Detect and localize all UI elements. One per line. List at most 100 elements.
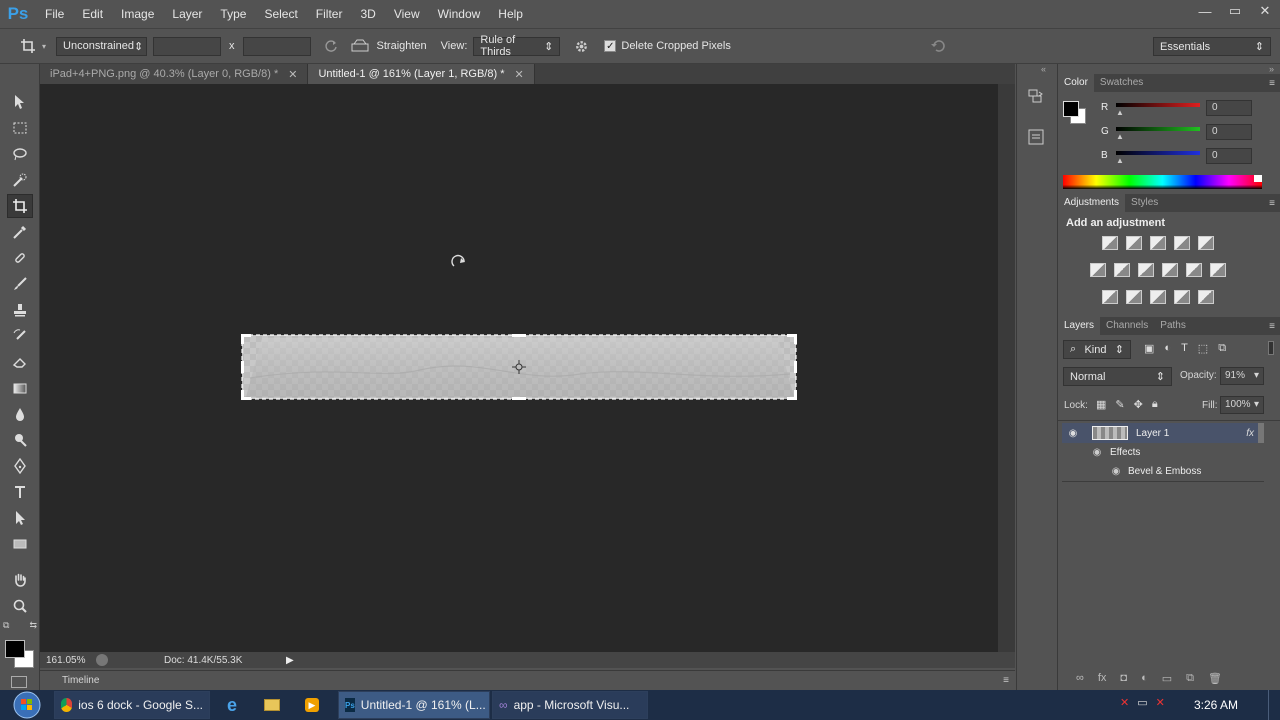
history-brush-tool-icon[interactable] [7,324,33,348]
quick-selection-tool-icon[interactable] [7,168,33,192]
menu-window[interactable]: Window [429,0,490,28]
menu-image[interactable]: Image [112,0,163,28]
lasso-tool-icon[interactable] [7,142,33,166]
eye-icon[interactable]: ◉ [1084,447,1110,458]
hand-tool-icon[interactable] [7,568,33,592]
tray-flag-icon[interactable]: ✕ [1120,696,1129,709]
overlay-select[interactable]: Rule of Thirds ⇕ [473,34,561,58]
new-group-icon[interactable]: ▭ [1162,672,1172,685]
gradient-map-icon[interactable] [1174,290,1190,304]
minimize-button[interactable]: — [1190,0,1220,22]
timeline-label[interactable]: Timeline [62,675,99,686]
brush-tool-icon[interactable] [7,272,33,296]
channel-g-slider[interactable] [1116,127,1200,131]
type-filter-icon[interactable]: T [1181,342,1188,355]
canvas-area[interactable] [40,84,998,652]
straighten-label[interactable]: Straighten [377,40,427,52]
new-layer-icon[interactable]: ⧉ [1186,672,1194,685]
link-layers-icon[interactable]: ∞ [1076,672,1084,685]
color-spectrum-ramp[interactable] [1063,175,1262,189]
default-colors-icon[interactable]: ⧉ ⇆ [3,620,37,634]
panel-menu-icon[interactable]: ≡ [1269,78,1275,89]
menu-select[interactable]: Select [255,0,306,28]
close-tab-icon[interactable]: ✕ [514,68,523,81]
vibrance-icon[interactable] [1198,236,1214,250]
delete-layer-icon[interactable]: 🗑︎ [1208,672,1222,685]
clock[interactable]: 3:26 AM [1194,698,1238,712]
opacity-field[interactable]: 91% ▾ [1220,367,1264,385]
effect-name[interactable]: Bevel & Emboss [1128,466,1201,477]
slider-thumb-icon[interactable]: ▲ [1116,132,1124,141]
tab-ipad-png[interactable]: iPad+4+PNG.png @ 40.3% (Layer 0, RGB/8) … [40,64,309,84]
layer-scroll-thumb[interactable] [1258,423,1264,443]
menu-type[interactable]: Type [211,0,255,28]
white-swatch[interactable] [1254,175,1262,182]
channel-b-slider[interactable] [1116,151,1200,155]
gear-icon[interactable] [568,39,594,54]
panel-menu-icon[interactable]: ≡ [1269,198,1275,209]
channel-b-value[interactable]: 0 [1206,148,1252,164]
dodge-tool-icon[interactable] [7,428,33,452]
channel-g-value[interactable]: 0 [1206,124,1252,140]
menu-file[interactable]: File [36,0,73,28]
tray-network-icon[interactable]: ▭ [1137,696,1147,709]
levels-icon[interactable] [1126,236,1142,250]
close-tab-icon[interactable]: ✕ [288,68,297,81]
pixel-filter-icon[interactable]: ▣ [1144,342,1154,355]
layer-name[interactable]: Layer 1 [1136,428,1169,439]
crop-tool-preset-icon[interactable] [20,38,42,54]
properties-panel-icon[interactable] [1027,128,1045,149]
tab-channels[interactable]: Channels [1100,317,1154,335]
rectangle-tool-icon[interactable] [7,532,33,556]
crop-width-field[interactable] [153,36,222,56]
delete-cropped-label[interactable]: Delete Cropped Pixels [621,40,730,52]
smart-object-filter-icon[interactable]: ⧉ [1218,342,1226,355]
exposure-icon[interactable] [1174,236,1190,250]
swap-dimensions-icon[interactable] [317,39,345,53]
media-player-icon[interactable]: ▶ [292,691,332,719]
type-tool-icon[interactable] [7,480,33,504]
straighten-icon[interactable] [349,39,371,53]
zoom-level[interactable]: 161.05% [46,655,90,666]
eye-icon[interactable]: ◉ [1062,428,1084,439]
threshold-icon[interactable] [1150,290,1166,304]
menu-view[interactable]: View [385,0,429,28]
tray-volume-icon[interactable]: ✕ [1156,696,1165,709]
history-panel-icon[interactable] [1027,88,1045,109]
cancel-crop-icon[interactable] [930,38,948,57]
adjustment-filter-icon[interactable]: ◐ [1164,342,1171,355]
eyedropper-tool-icon[interactable] [7,220,33,244]
preset-dropdown-icon[interactable]: ▾ [42,42,46,51]
invert-icon[interactable] [1102,290,1118,304]
posterize-icon[interactable] [1126,290,1142,304]
status-info-icon[interactable] [96,654,108,666]
black-white-icon[interactable] [1138,263,1154,277]
start-button[interactable] [0,690,54,720]
foreground-color-swatch[interactable] [5,640,25,658]
lock-transparent-icon[interactable]: ▦ [1096,398,1106,411]
selective-color-icon[interactable] [1198,290,1214,304]
shape-filter-icon[interactable]: ⬚ [1198,342,1208,355]
blend-mode-select[interactable]: Normal ⇕ [1063,367,1172,386]
menu-filter[interactable]: Filter [307,0,352,28]
chevron-down-icon[interactable]: ▾ [1254,399,1259,411]
menu-3d[interactable]: 3D [351,0,384,28]
taskbar-visual-studio[interactable]: ∞ app - Microsoft Visu... [492,691,648,719]
panel-menu-icon[interactable]: ≡ [1269,321,1275,332]
taskbar-chrome[interactable]: ios 6 dock - Google S... [54,691,210,719]
pen-tool-icon[interactable] [7,454,33,478]
add-mask-icon[interactable]: ◘ [1120,672,1127,685]
crop-tool-icon[interactable] [7,194,33,218]
ratio-select[interactable]: Unconstrained ⇕ [56,36,148,56]
taskbar-photoshop[interactable]: Ps Untitled-1 @ 161% (L... [338,691,490,719]
crop-height-field[interactable] [242,36,311,56]
collapse-dock-icon[interactable]: « [1041,64,1046,74]
fx-icon[interactable]: fx [1246,428,1254,439]
menu-layer[interactable]: Layer [163,0,211,28]
color-lookup-icon[interactable] [1210,263,1226,277]
photo-filter-icon[interactable] [1162,263,1178,277]
chevron-down-icon[interactable]: ▾ [1254,370,1259,382]
channel-r-slider[interactable] [1116,103,1200,107]
layer-row-layer-1[interactable]: ◉ Layer 1 fx [1062,423,1262,443]
lock-all-icon[interactable]: 🔒︎ [1152,398,1158,411]
